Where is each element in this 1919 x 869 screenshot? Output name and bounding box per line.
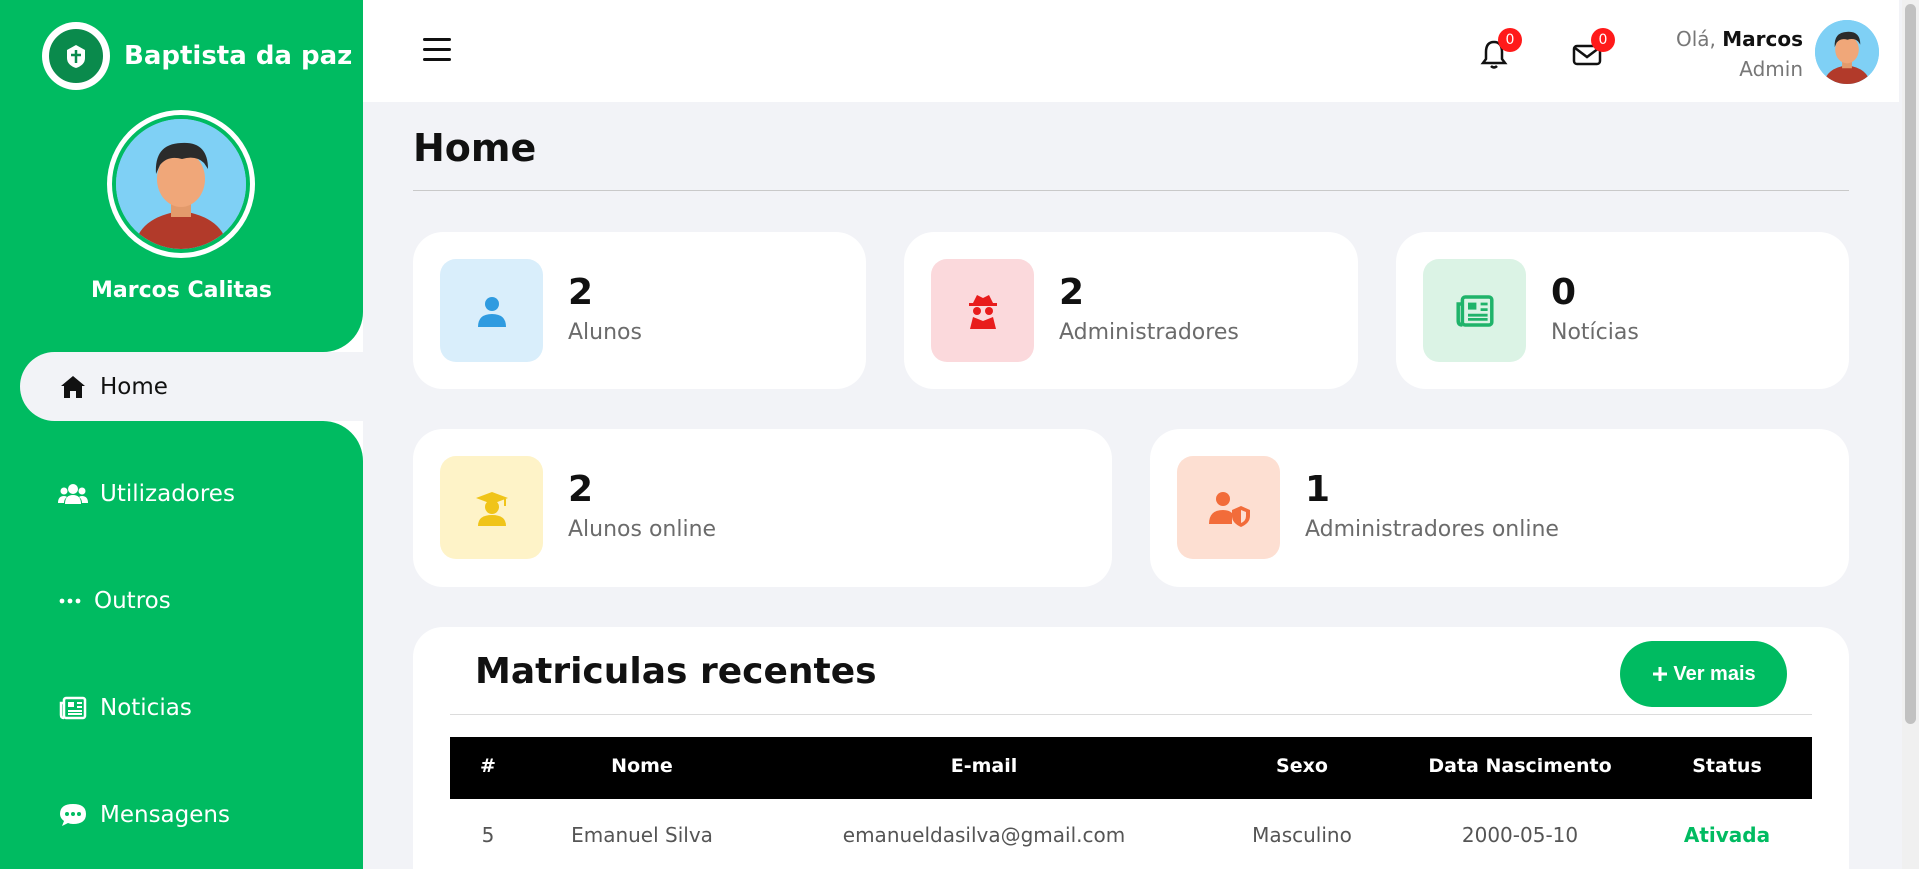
status-badge: Ativada <box>1683 823 1771 847</box>
users-icon <box>58 484 88 504</box>
profile-avatar <box>107 110 255 258</box>
profile-name: Marcos Calitas <box>90 278 273 303</box>
notifications-count-badge: 0 <box>1498 28 1522 52</box>
stat-value: 0 <box>1551 272 1577 313</box>
sidebar: Baptista da paz Marcos Calitas Home Util… <box>0 0 363 869</box>
cell-sex: Masculino <box>1252 823 1352 847</box>
stat-label: Alunos online <box>568 517 717 542</box>
column-header: Status <box>1692 755 1762 777</box>
stat-value: 2 <box>568 469 594 510</box>
recent-enrollments-card: Matriculas recentes Ver mais # Nome E-ma… <box>413 627 1849 869</box>
student-icon <box>440 259 543 362</box>
stat-card-alunos[interactable]: 2 Alunos <box>413 232 866 389</box>
stat-value: 2 <box>1059 272 1085 313</box>
sidebar-item-utilizadores[interactable]: Utilizadores <box>58 479 235 509</box>
plus-icon <box>1653 667 1668 681</box>
column-header: Nome <box>611 755 673 777</box>
cell-email: emanueldasilva@gmail.com <box>842 823 1126 847</box>
see-more-button[interactable]: Ver mais <box>1620 641 1787 707</box>
cell-id: 5 <box>481 823 495 847</box>
menu-toggle-button[interactable] <box>423 38 451 62</box>
sidebar-item-home[interactable]: Home <box>58 372 168 402</box>
school-logo-icon <box>42 22 110 90</box>
user-greeting[interactable]: Olá, Marcos Admin <box>1676 24 1803 84</box>
table-header: # Nome E-mail Sexo Data Nascimento Statu… <box>450 737 1812 799</box>
title-divider <box>413 190 1849 191</box>
scrollbar-thumb[interactable] <box>1905 4 1916 724</box>
stat-card-administradores-online[interactable]: 1 Administradores online <box>1150 429 1849 587</box>
sidebar-item-label: Utilizadores <box>100 481 235 507</box>
sidebar-item-label: Home <box>100 374 168 400</box>
sidebar-item-noticias[interactable]: Noticias <box>58 693 192 723</box>
table-row[interactable]: 5 Emanuel Silva emanueldasilva@gmail.com… <box>450 799 1812 869</box>
stat-label: Notícias <box>1551 320 1639 345</box>
newspaper-icon <box>1423 259 1526 362</box>
spy-icon <box>931 259 1034 362</box>
column-header: Data Nascimento <box>1428 755 1612 777</box>
section-divider <box>450 714 1812 715</box>
brand[interactable]: Baptista da paz <box>42 22 352 90</box>
section-title: Matriculas recentes <box>475 651 877 692</box>
sidebar-item-outros[interactable]: Outros <box>58 586 171 616</box>
user-shield-icon <box>1177 456 1280 559</box>
newspaper-icon <box>59 696 87 720</box>
notifications-button[interactable]: 0 <box>1478 28 1522 70</box>
user-role: Admin <box>1739 57 1803 81</box>
stat-label: Alunos <box>568 320 642 345</box>
brand-title: Baptista da paz <box>124 41 353 71</box>
header-avatar[interactable] <box>1815 20 1879 84</box>
column-header: # <box>480 755 496 777</box>
messages-button[interactable]: 0 <box>1571 28 1615 70</box>
ellipsis-icon <box>59 598 81 604</box>
sidebar-item-label: Noticias <box>100 695 192 721</box>
stat-card-alunos-online[interactable]: 2 Alunos online <box>413 429 1112 587</box>
sidebar-item-label: Mensagens <box>100 802 230 828</box>
sidebar-item-mensagens[interactable]: Mensagens <box>58 800 230 830</box>
stat-value: 2 <box>568 272 594 313</box>
graduate-icon <box>440 456 543 559</box>
messages-count-badge: 0 <box>1591 28 1615 52</box>
stat-label: Administradores <box>1059 320 1239 345</box>
stat-value: 1 <box>1305 469 1331 510</box>
see-more-label: Ver mais <box>1673 662 1756 685</box>
stat-card-noticias[interactable]: 0 Notícias <box>1396 232 1849 389</box>
greeting-user-name: Marcos <box>1722 27 1803 51</box>
stat-label: Administradores online <box>1305 517 1559 542</box>
top-header: 0 0 Olá, Marcos Admin <box>363 0 1899 102</box>
home-icon <box>61 376 85 398</box>
sidebar-item-label: Outros <box>94 588 171 614</box>
column-header: Sexo <box>1276 755 1328 777</box>
greeting-prefix: Olá, <box>1675 27 1716 51</box>
stat-card-administradores[interactable]: 2 Administradores <box>904 232 1358 389</box>
column-header: E-mail <box>950 755 1018 777</box>
cell-birthdate: 2000-05-10 <box>1461 823 1579 847</box>
page-title: Home <box>413 126 537 170</box>
chat-icon <box>60 804 86 826</box>
cell-name: Emanuel Silva <box>571 823 713 847</box>
page-scrollbar[interactable] <box>1902 0 1919 869</box>
